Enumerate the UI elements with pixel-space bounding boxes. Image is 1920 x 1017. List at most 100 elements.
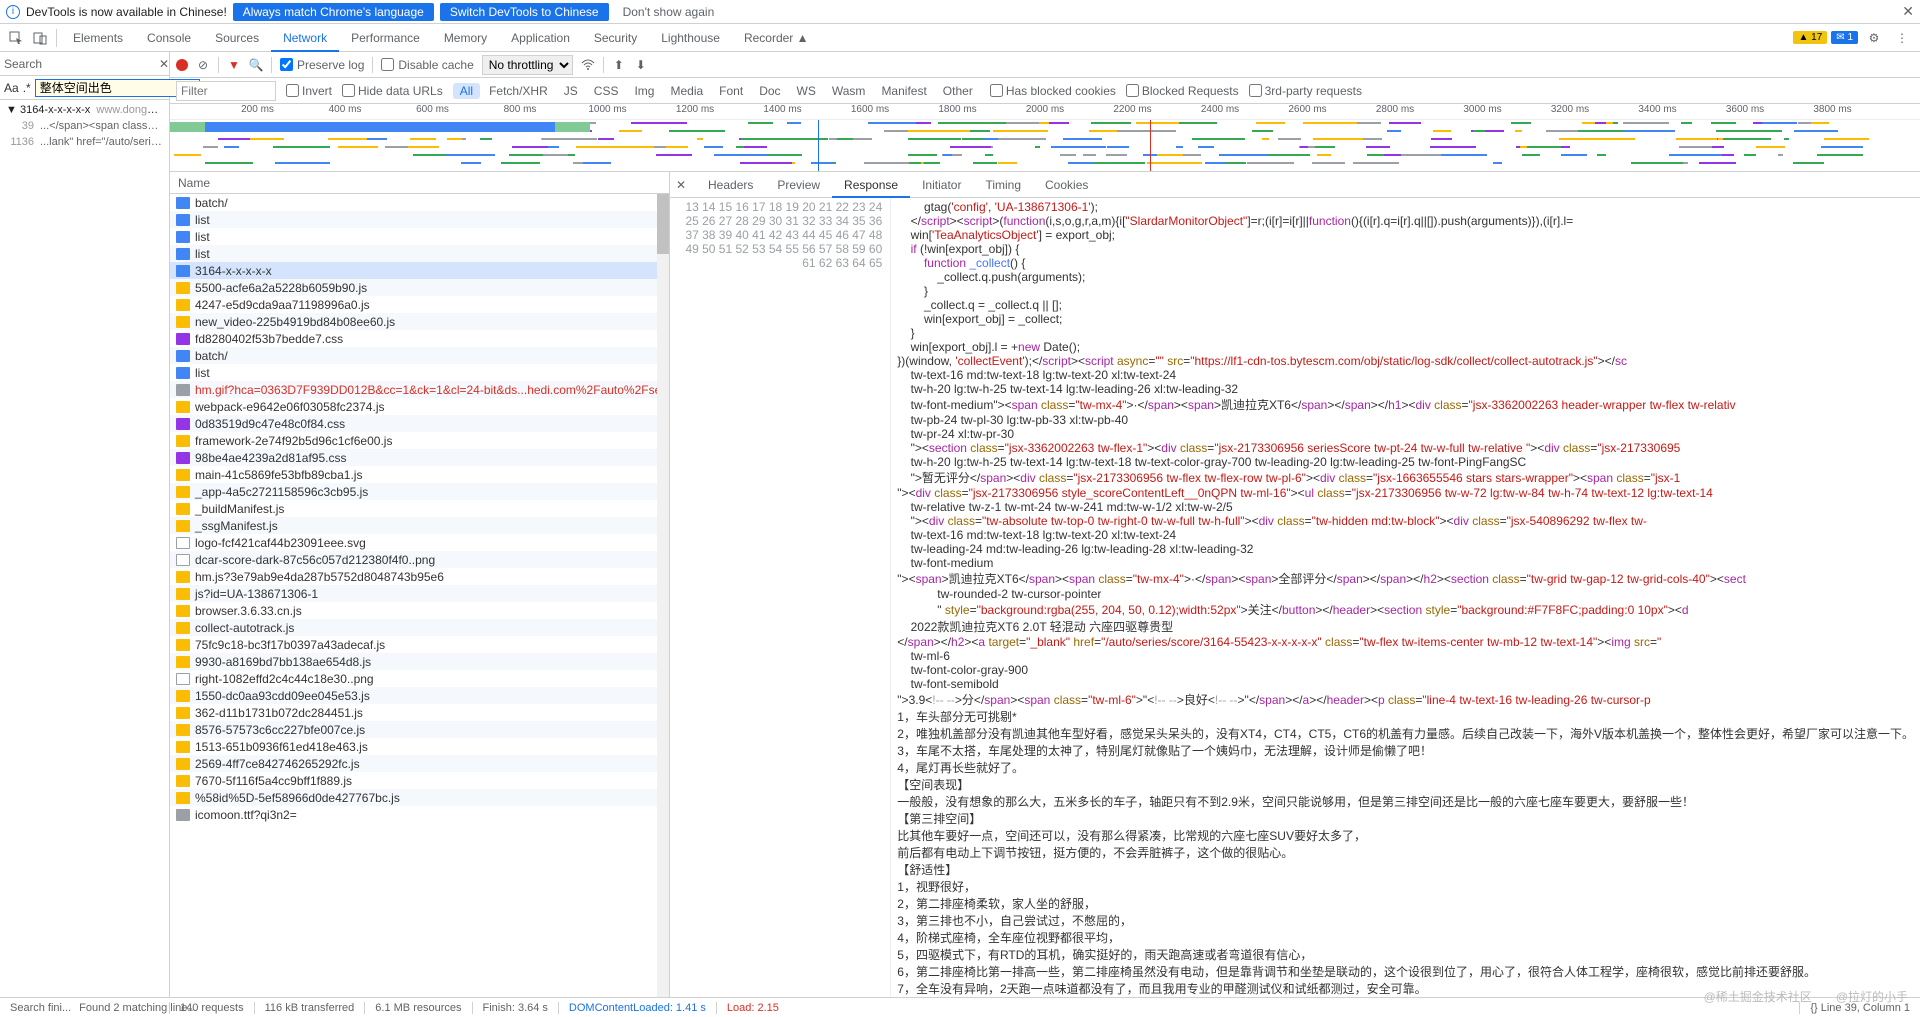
request-row[interactable]: list: [170, 228, 669, 245]
search-result-file[interactable]: ▼ 3164-x-x-x-x-x www.dongchedi.c...: [0, 102, 169, 118]
type-chip-media[interactable]: Media: [663, 83, 710, 99]
request-row[interactable]: list: [170, 211, 669, 228]
request-row[interactable]: 2569-4ff7ce842746265292fc.js: [170, 755, 669, 772]
type-chip-ws[interactable]: WS: [790, 83, 823, 99]
settings-icon[interactable]: ⚙: [1862, 26, 1886, 50]
type-chip-manifest[interactable]: Manifest: [874, 83, 933, 99]
request-row[interactable]: new_video-225b4919bd84b08ee60.js: [170, 313, 669, 330]
network-timeline[interactable]: 200 ms400 ms600 ms800 ms1000 ms1200 ms14…: [170, 104, 1920, 172]
request-row[interactable]: 3164-x-x-x-x-x: [170, 262, 669, 279]
third-party-checkbox[interactable]: 3rd-party requests: [1249, 84, 1362, 98]
scrollbar[interactable]: [657, 194, 669, 997]
request-row[interactable]: fd8280402f53b7bedde7.css: [170, 330, 669, 347]
match-case-toggle[interactable]: Aa: [4, 81, 19, 95]
request-row[interactable]: 98be4ae4239a2d81af95.css: [170, 449, 669, 466]
record-icon[interactable]: [176, 59, 188, 71]
preserve-log-checkbox[interactable]: Preserve log: [280, 58, 364, 72]
request-row[interactable]: 362-d11b1731b072dc284451.js: [170, 704, 669, 721]
request-row[interactable]: dcar-score-dark-87c56c057d212380f4f0..pn…: [170, 551, 669, 568]
request-row[interactable]: _buildManifest.js: [170, 500, 669, 517]
dont-show-again-button[interactable]: Don't show again: [615, 3, 723, 21]
detail-tab-timing[interactable]: Timing: [973, 172, 1033, 198]
request-row[interactable]: list: [170, 245, 669, 262]
request-row[interactable]: collect-autotrack.js: [170, 619, 669, 636]
blocked-requests-checkbox[interactable]: Blocked Requests: [1126, 84, 1239, 98]
request-row[interactable]: 0d83519d9c47e48c0f84.css: [170, 415, 669, 432]
search-close-icon[interactable]: ✕: [159, 56, 169, 72]
request-row[interactable]: _app-4a5c2721158596c3cb95.js: [170, 483, 669, 500]
upload-icon[interactable]: ⬆: [612, 58, 626, 72]
type-chip-img[interactable]: Img: [627, 83, 661, 99]
tab-elements[interactable]: Elements: [61, 24, 135, 52]
filter-input[interactable]: [176, 81, 276, 101]
regex-toggle[interactable]: .*: [23, 81, 31, 95]
detail-tab-preview[interactable]: Preview: [765, 172, 832, 198]
wifi-icon[interactable]: [581, 58, 595, 72]
filter-icon[interactable]: ▼: [227, 58, 241, 72]
response-body[interactable]: 13 14 15 16 17 18 19 20 21 22 23 24 25 2…: [670, 198, 1920, 997]
match-language-button[interactable]: Always match Chrome's language: [233, 3, 434, 21]
request-row[interactable]: %58id%5D-5ef58966d0de427767bc.js: [170, 789, 669, 806]
detail-tab-response[interactable]: Response: [832, 172, 910, 198]
type-chip-wasm[interactable]: Wasm: [825, 83, 873, 99]
stop-icon[interactable]: ⊘: [196, 58, 210, 72]
warnings-badge[interactable]: ▲ 17: [1793, 31, 1827, 44]
search-result-line[interactable]: 39...</span><span class="tw-mx-...: [0, 118, 169, 134]
throttling-select[interactable]: No throttling: [482, 55, 573, 75]
request-row[interactable]: 9930-a8169bd7bb138ae654d8.js: [170, 653, 669, 670]
request-row[interactable]: right-1082effd2c4c44c18e30..png: [170, 670, 669, 687]
type-chip-js[interactable]: JS: [557, 83, 585, 99]
request-row[interactable]: hm.js?3e79ab9e4da287b5752d8048743b95e6: [170, 568, 669, 585]
tab-network[interactable]: Network: [271, 24, 339, 52]
request-row[interactable]: logo-fcf421caf44b23091eee.svg: [170, 534, 669, 551]
request-row[interactable]: list: [170, 364, 669, 381]
request-row[interactable]: 1550-dc0aa93cdd09ee045e53.js: [170, 687, 669, 704]
request-row[interactable]: main-41c5869fe53bfb89cba1.js: [170, 466, 669, 483]
detail-close-icon[interactable]: ✕: [676, 178, 696, 192]
request-row[interactable]: batch/: [170, 347, 669, 364]
tab-memory[interactable]: Memory: [432, 24, 499, 52]
hide-data-urls-checkbox[interactable]: Hide data URLs: [342, 84, 443, 98]
messages-badge[interactable]: ✉ 1: [1831, 31, 1858, 44]
inspect-element-icon[interactable]: [4, 26, 28, 50]
tab-recorder[interactable]: Recorder ▲: [732, 24, 821, 52]
type-chip-css[interactable]: CSS: [587, 83, 626, 99]
switch-language-button[interactable]: Switch DevTools to Chinese: [440, 3, 609, 21]
download-icon[interactable]: ⬇: [634, 58, 648, 72]
request-row[interactable]: 1513-651b0936f61ed418e463.js: [170, 738, 669, 755]
request-row[interactable]: batch/: [170, 194, 669, 211]
type-chip-all[interactable]: All: [453, 83, 480, 99]
request-row[interactable]: 75fc9c18-bc3f17b0397a43adecaf.js: [170, 636, 669, 653]
request-row[interactable]: 5500-acfe6a2a5228b6059b90.js: [170, 279, 669, 296]
tab-lighthouse[interactable]: Lighthouse: [649, 24, 732, 52]
device-toolbar-icon[interactable]: [28, 26, 52, 50]
request-row[interactable]: browser.3.6.33.cn.js: [170, 602, 669, 619]
type-chip-doc[interactable]: Doc: [752, 83, 787, 99]
search-icon[interactable]: 🔍: [249, 58, 263, 72]
type-chip-fetchxhr[interactable]: Fetch/XHR: [482, 83, 555, 99]
detail-tab-cookies[interactable]: Cookies: [1033, 172, 1100, 198]
more-icon[interactable]: ⋮: [1890, 26, 1914, 50]
request-row[interactable]: webpack-e9642e06f03058fc2374.js: [170, 398, 669, 415]
detail-tab-headers[interactable]: Headers: [696, 172, 765, 198]
invert-checkbox[interactable]: Invert: [286, 84, 332, 98]
detail-tab-initiator[interactable]: Initiator: [910, 172, 973, 198]
type-chip-other[interactable]: Other: [936, 83, 980, 99]
tab-sources[interactable]: Sources: [203, 24, 271, 52]
tab-application[interactable]: Application: [499, 24, 582, 52]
tab-security[interactable]: Security: [582, 24, 649, 52]
request-row[interactable]: 8576-57573c6cc227bfe007ce.js: [170, 721, 669, 738]
tab-performance[interactable]: Performance: [339, 24, 432, 52]
request-row[interactable]: js?id=UA-138671306-1: [170, 585, 669, 602]
request-row[interactable]: hm.gif?hca=0363D7F939DD012B&cc=1&ck=1&cl…: [170, 381, 669, 398]
request-row[interactable]: 7670-5f116f5a4cc9bff1f889.js: [170, 772, 669, 789]
tab-console[interactable]: Console: [135, 24, 203, 52]
request-row[interactable]: 4247-e5d9cda9aa71198996a0.js: [170, 296, 669, 313]
close-icon[interactable]: ✕: [1902, 3, 1914, 20]
request-row[interactable]: _ssgManifest.js: [170, 517, 669, 534]
blocked-cookies-checkbox[interactable]: Has blocked cookies: [990, 84, 1116, 98]
disable-cache-checkbox[interactable]: Disable cache: [381, 58, 473, 72]
search-result-line[interactable]: 1136...lank" href="/auto/series/523...: [0, 134, 169, 150]
column-name[interactable]: Name: [170, 172, 669, 194]
request-row[interactable]: framework-2e74f92b5d96c1cf6e00.js: [170, 432, 669, 449]
